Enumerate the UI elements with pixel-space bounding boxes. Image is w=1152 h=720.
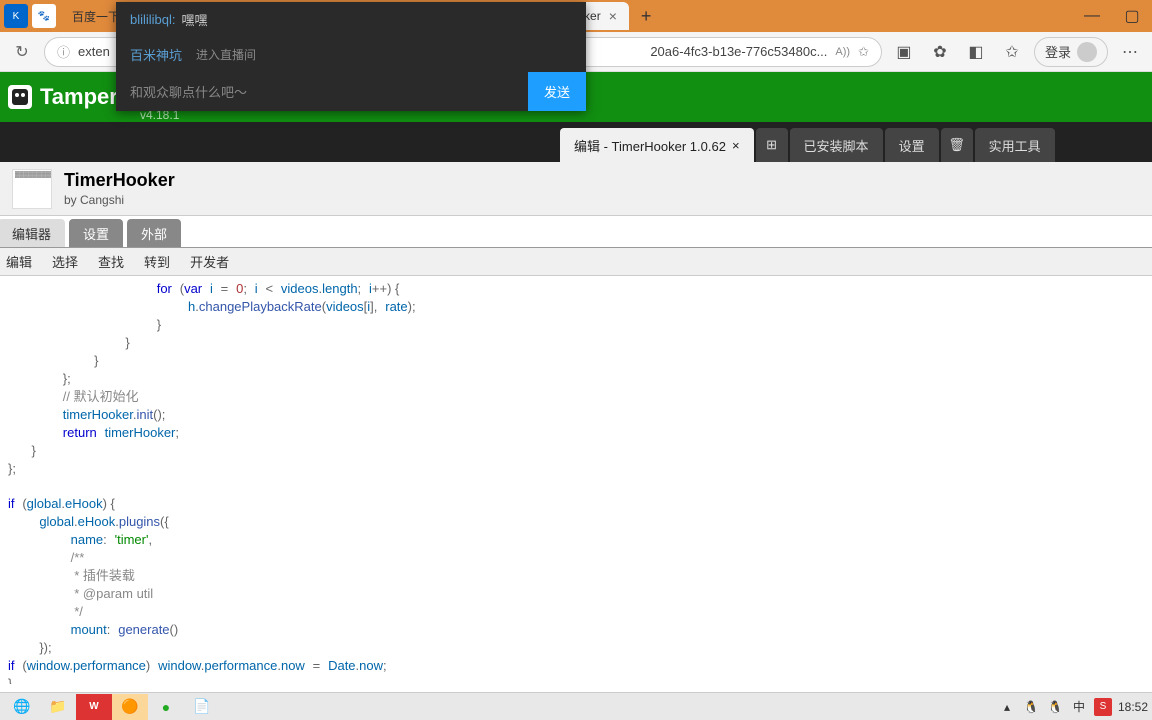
chat-username-2: 百米神坑 (130, 45, 182, 64)
tampermonkey-tabs: 编辑 - TimerHooker 1.0.62 × ⊞ 已安装脚本 设置 🗑 实… (0, 122, 1152, 162)
tray-ime-icon[interactable]: 中 (1070, 698, 1088, 716)
taskbar-app-icon[interactable]: 🟠 (112, 694, 148, 720)
new-tab-button[interactable]: + (641, 6, 652, 27)
menu-goto[interactable]: 转到 (144, 252, 170, 271)
send-button[interactable]: 发送 (528, 72, 586, 111)
chat-input[interactable]: 和观众聊点什么吧～ (116, 72, 528, 111)
chat-username: blililibql: (130, 12, 176, 27)
avatar-icon (1077, 42, 1097, 62)
tray-sogou-icon[interactable]: S (1094, 698, 1112, 716)
minimize-button[interactable]: — (1072, 0, 1112, 32)
wallet-icon[interactable]: ▣ (890, 38, 918, 66)
script-name: TimerHooker (64, 170, 175, 191)
tab-icon-baidu[interactable]: 🐾 (32, 4, 56, 28)
subtab-settings[interactable]: 设置 (69, 219, 123, 247)
collections-icon[interactable]: ✩ (998, 38, 1026, 66)
subtab-editor[interactable]: 编辑器 (0, 219, 65, 247)
new-script-button[interactable]: ⊞ (756, 128, 788, 162)
read-aloud-icon[interactable]: A)) (835, 46, 850, 58)
tab-installed[interactable]: 已安装脚本 (790, 128, 883, 162)
code-content: for (var i = 0; i < videos.length; i++) … (8, 280, 1144, 684)
tab-icon-k[interactable]: K (4, 4, 28, 28)
taskbar-explorer-icon[interactable]: 📁 (40, 694, 76, 720)
chat-text: 嘿嘿 (182, 10, 208, 29)
sidebar-icon[interactable]: ◧ (962, 38, 990, 66)
taskbar-edge-icon[interactable]: 🌐 (4, 694, 40, 720)
live-chat-popup: blililibql: 嘿嘿 百米神坑 进入直播间 和观众聊点什么吧～ 发送 (116, 2, 586, 111)
login-button[interactable]: 登录 (1034, 37, 1108, 67)
chat-message: blililibql: 嘿嘿 (116, 2, 586, 37)
enter-live-link[interactable]: 进入直播间 (196, 46, 256, 63)
tampermonkey-logo-icon (8, 85, 32, 109)
maximize-button[interactable]: ▢ (1112, 0, 1152, 32)
script-header: ▓▓▓▓▓▓▓▓▓▓▓▓ TimerHooker by Cangshi (0, 162, 1152, 216)
login-label: 登录 (1045, 42, 1071, 61)
trash-button[interactable]: 🗑 (941, 128, 973, 162)
menu-edit[interactable]: 编辑 (6, 252, 32, 271)
extensions-icon[interactable]: ✿ (926, 38, 954, 66)
reload-button[interactable]: ↻ (8, 38, 36, 66)
tray-qq2-icon[interactable]: 🐧 (1046, 698, 1064, 716)
tab-settings[interactable]: 设置 (885, 128, 939, 162)
script-subtabs: 编辑器 设置 外部 (0, 216, 1152, 248)
window-controls: — ▢ (1072, 0, 1152, 32)
site-info-icon[interactable]: ⓘ (57, 42, 70, 61)
script-author: by Cangshi (64, 193, 175, 207)
chat-message-2: 百米神坑 进入直播间 (116, 37, 586, 72)
script-icon: ▓▓▓▓▓▓▓▓▓▓▓▓ (12, 169, 52, 209)
tray-clock[interactable]: 18:52 (1118, 700, 1148, 714)
taskbar-wechat-icon[interactable]: ● (148, 694, 184, 720)
url-suffix: 20a6-4fc3-b13e-776c53480c... (650, 44, 827, 59)
favorite-icon[interactable]: ✩ (858, 44, 869, 60)
chat-input-row: 和观众聊点什么吧～ 发送 (116, 72, 586, 111)
more-icon[interactable]: ⋯ (1116, 38, 1144, 66)
tab-edit-close-icon[interactable]: × (732, 138, 740, 153)
menu-find[interactable]: 查找 (98, 252, 124, 271)
code-editor[interactable]: for (var i = 0; i < videos.length; i++) … (0, 276, 1152, 684)
tab-utils[interactable]: 实用工具 (975, 128, 1055, 162)
windows-taskbar: 🌐 📁 W 🟠 ● 📄 ▴ 🐧 🐧 中 S 18:52 (0, 692, 1152, 720)
subtab-external[interactable]: 外部 (127, 219, 181, 247)
taskbar-wps-icon[interactable]: W (76, 694, 112, 720)
tab-edit-script[interactable]: 编辑 - TimerHooker 1.0.62 × (560, 128, 754, 162)
menu-developer[interactable]: 开发者 (190, 252, 229, 271)
tray-qq-icon[interactable]: 🐧 (1022, 698, 1040, 716)
editor-menu-bar: 编辑 选择 查找 转到 开发者 (0, 248, 1152, 276)
system-tray: ▴ 🐧 🐧 中 S 18:52 (998, 698, 1148, 716)
tray-up-icon[interactable]: ▴ (998, 698, 1016, 716)
taskbar-doc-icon[interactable]: 📄 (184, 694, 220, 720)
menu-select[interactable]: 选择 (52, 252, 78, 271)
tab-close-icon[interactable]: × (609, 8, 617, 24)
url-prefix: exten (78, 44, 110, 59)
tab-edit-label: 编辑 - TimerHooker 1.0.62 (574, 136, 726, 155)
